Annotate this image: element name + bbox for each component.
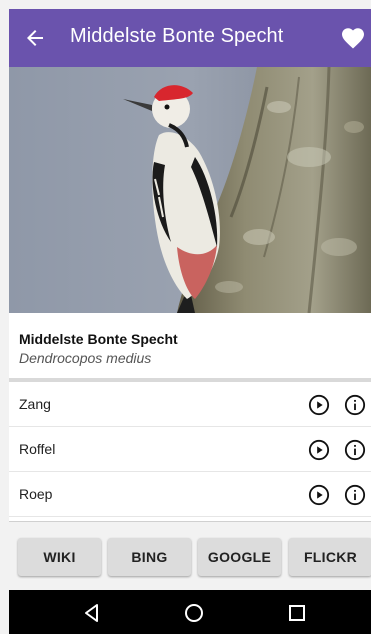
bird-photo [9, 67, 371, 313]
app-screen: Middelste Bonte Specht Middelste Bonte S… [9, 9, 371, 634]
species-header: Middelste Bonte Specht Dendrocopos mediu… [9, 313, 371, 385]
play-circle-icon[interactable] [308, 484, 330, 506]
wiki-button[interactable]: WIKI [18, 538, 101, 576]
species-latin-name: Dendrocopos medius [19, 350, 152, 366]
sound-label: Zang [19, 396, 51, 412]
sound-list: Zang Roffel Roep [9, 382, 371, 517]
sound-label: Roep [19, 486, 53, 502]
google-button[interactable]: GOOGLE [198, 538, 281, 576]
info-circle-icon[interactable] [344, 394, 366, 416]
sound-row-roep: Roep [9, 472, 371, 517]
arrow-back-icon[interactable] [23, 26, 47, 50]
system-nav-bar [9, 590, 371, 634]
species-name: Middelste Bonte Specht [19, 331, 178, 347]
sound-label: Roffel [19, 441, 56, 457]
page-title: Middelste Bonte Specht [70, 25, 284, 47]
heart-icon[interactable] [341, 27, 365, 49]
sound-row-roffel: Roffel [9, 427, 371, 472]
bing-button[interactable]: BING [108, 538, 191, 576]
circle-home-icon[interactable] [183, 602, 205, 624]
sound-row-zang: Zang [9, 382, 371, 427]
flickr-button[interactable]: FLICKR [289, 538, 371, 576]
info-circle-icon[interactable] [344, 439, 366, 461]
link-buttons-bar: WIKI BING GOOGLE FLICKR [9, 521, 371, 590]
info-circle-icon[interactable] [344, 484, 366, 506]
play-circle-icon[interactable] [308, 439, 330, 461]
play-circle-icon[interactable] [308, 394, 330, 416]
square-recents-icon[interactable] [286, 602, 308, 624]
triangle-back-icon[interactable] [81, 602, 103, 624]
app-bar: Middelste Bonte Specht [9, 9, 371, 67]
